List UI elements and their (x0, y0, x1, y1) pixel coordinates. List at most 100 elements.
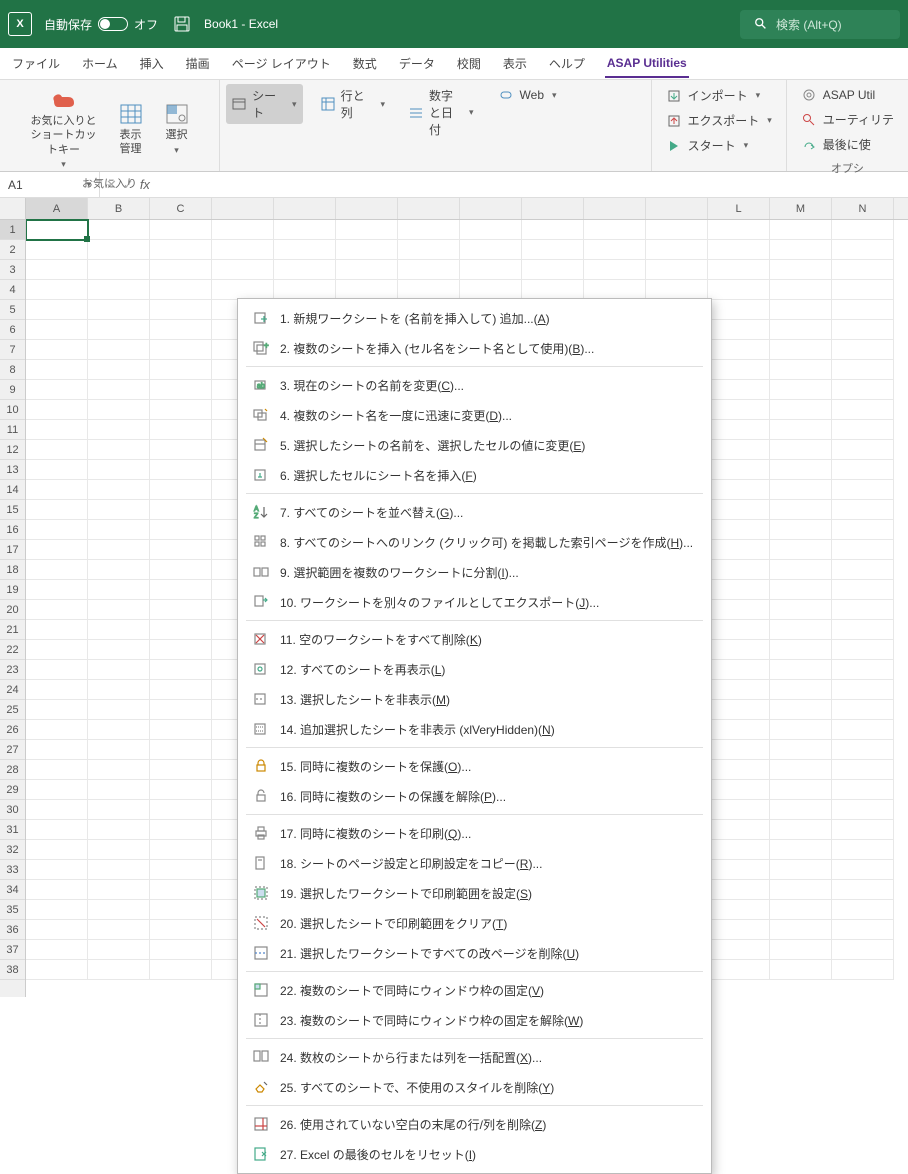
menu-item-1[interactable]: 1. 新規ワークシートを (名前を挿入して) 追加...(A) (238, 303, 711, 333)
export-button[interactable]: エクスポート▾ (660, 109, 778, 132)
row-header[interactable]: 19 (0, 580, 25, 600)
row-header[interactable]: 5 (0, 300, 25, 320)
cell[interactable] (26, 500, 88, 520)
menu-item-7[interactable]: AZ7. すべてのシートを並べ替え(G)... (238, 497, 711, 527)
cell[interactable] (460, 240, 522, 260)
cell[interactable] (832, 840, 894, 860)
cell[interactable] (26, 640, 88, 660)
cell[interactable] (832, 760, 894, 780)
cell[interactable] (26, 520, 88, 540)
menu-item-22[interactable]: 22. 複数のシートで同時にウィンドウ枠の固定(V) (238, 975, 711, 1005)
cell[interactable] (274, 240, 336, 260)
row-header[interactable]: 7 (0, 340, 25, 360)
cell[interactable] (26, 720, 88, 740)
tab-数式[interactable]: 数式 (351, 49, 379, 78)
cell[interactable] (88, 620, 150, 640)
cell[interactable] (832, 280, 894, 300)
select-button[interactable]: 選択 ▾ (157, 98, 197, 160)
row-header[interactable]: 24 (0, 680, 25, 700)
cell[interactable] (708, 960, 770, 980)
cell[interactable] (770, 920, 832, 940)
cell[interactable] (88, 600, 150, 620)
tab-データ[interactable]: データ (397, 49, 437, 78)
cell[interactable] (522, 260, 584, 280)
cell[interactable] (150, 860, 212, 880)
cell[interactable] (770, 520, 832, 540)
menu-item-17[interactable]: 17. 同時に複数のシートを印刷(Q)... (238, 818, 711, 848)
cell[interactable] (26, 420, 88, 440)
tab-挿入[interactable]: 挿入 (138, 49, 166, 78)
cell[interactable] (708, 740, 770, 760)
cell[interactable] (708, 640, 770, 660)
row-header[interactable]: 13 (0, 460, 25, 480)
cell[interactable] (150, 820, 212, 840)
row-header[interactable]: 20 (0, 600, 25, 620)
cell[interactable] (26, 960, 88, 980)
cell[interactable] (770, 620, 832, 640)
menu-item-12[interactable]: 12. すべてのシートを再表示(L) (238, 654, 711, 684)
cell[interactable] (708, 800, 770, 820)
cell[interactable] (646, 240, 708, 260)
favorites-shortcuts-button[interactable]: お気に入りとショートカットキー ▾ (23, 84, 105, 175)
cell[interactable] (88, 800, 150, 820)
cell[interactable] (88, 460, 150, 480)
cell[interactable] (832, 500, 894, 520)
cell[interactable] (770, 320, 832, 340)
row-header[interactable]: 36 (0, 920, 25, 940)
tab-校閲[interactable]: 校閲 (455, 49, 483, 78)
cell[interactable] (770, 220, 832, 240)
cell[interactable] (150, 500, 212, 520)
cell[interactable] (150, 760, 212, 780)
cell[interactable] (88, 540, 150, 560)
cell[interactable] (150, 580, 212, 600)
tab-ホーム[interactable]: ホーム (80, 49, 120, 78)
cell[interactable] (832, 440, 894, 460)
menu-item-19[interactable]: 19. 選択したワークシートで印刷範囲を設定(S) (238, 878, 711, 908)
row-header[interactable]: 16 (0, 520, 25, 540)
menu-item-14[interactable]: 14. 追加選択したシートを非表示 (xlVeryHidden)(N) (238, 714, 711, 744)
row-header[interactable]: 2 (0, 240, 25, 260)
start-button[interactable]: スタート▾ (660, 134, 778, 157)
cell[interactable] (832, 520, 894, 540)
cell[interactable] (150, 600, 212, 620)
cell[interactable] (150, 280, 212, 300)
cell[interactable] (26, 460, 88, 480)
tab-ページ レイアウト[interactable]: ページ レイアウト (230, 49, 333, 78)
cell[interactable] (708, 220, 770, 240)
cell[interactable] (708, 420, 770, 440)
column-header[interactable]: A (26, 198, 88, 219)
cell[interactable] (832, 340, 894, 360)
cell[interactable] (26, 600, 88, 620)
cell[interactable] (770, 240, 832, 260)
numbers-dates-menu-button[interactable]: 数字と日付▾ (403, 84, 480, 141)
cell[interactable] (150, 620, 212, 640)
cell[interactable] (88, 260, 150, 280)
cell[interactable] (832, 740, 894, 760)
cell[interactable] (150, 360, 212, 380)
cell[interactable] (150, 560, 212, 580)
cell[interactable] (770, 580, 832, 600)
cell[interactable] (708, 320, 770, 340)
cell[interactable] (708, 820, 770, 840)
row-header[interactable]: 8 (0, 360, 25, 380)
cell[interactable] (708, 920, 770, 940)
menu-item-9[interactable]: 9. 選択範囲を複数のワークシートに分割(I)... (238, 557, 711, 587)
cell[interactable] (150, 840, 212, 860)
cell[interactable] (770, 880, 832, 900)
cell[interactable] (150, 780, 212, 800)
cell[interactable] (832, 460, 894, 480)
cell[interactable] (26, 320, 88, 340)
cell[interactable] (708, 520, 770, 540)
cell[interactable] (832, 400, 894, 420)
cell[interactable] (832, 300, 894, 320)
cell[interactable] (770, 480, 832, 500)
cell[interactable] (26, 780, 88, 800)
column-header[interactable] (646, 198, 708, 219)
menu-item-21[interactable]: 21. 選択したワークシートですべての改ページを削除(U) (238, 938, 711, 968)
row-header[interactable]: 4 (0, 280, 25, 300)
cell[interactable] (832, 860, 894, 880)
menu-item-3[interactable]: ab3. 現在のシートの名前を変更(C)... (238, 370, 711, 400)
menu-item-8[interactable]: 8. すべてのシートへのリンク (クリック可) を掲載した索引ページを作成(H)… (238, 527, 711, 557)
cell[interactable] (708, 600, 770, 620)
row-header[interactable]: 27 (0, 740, 25, 760)
